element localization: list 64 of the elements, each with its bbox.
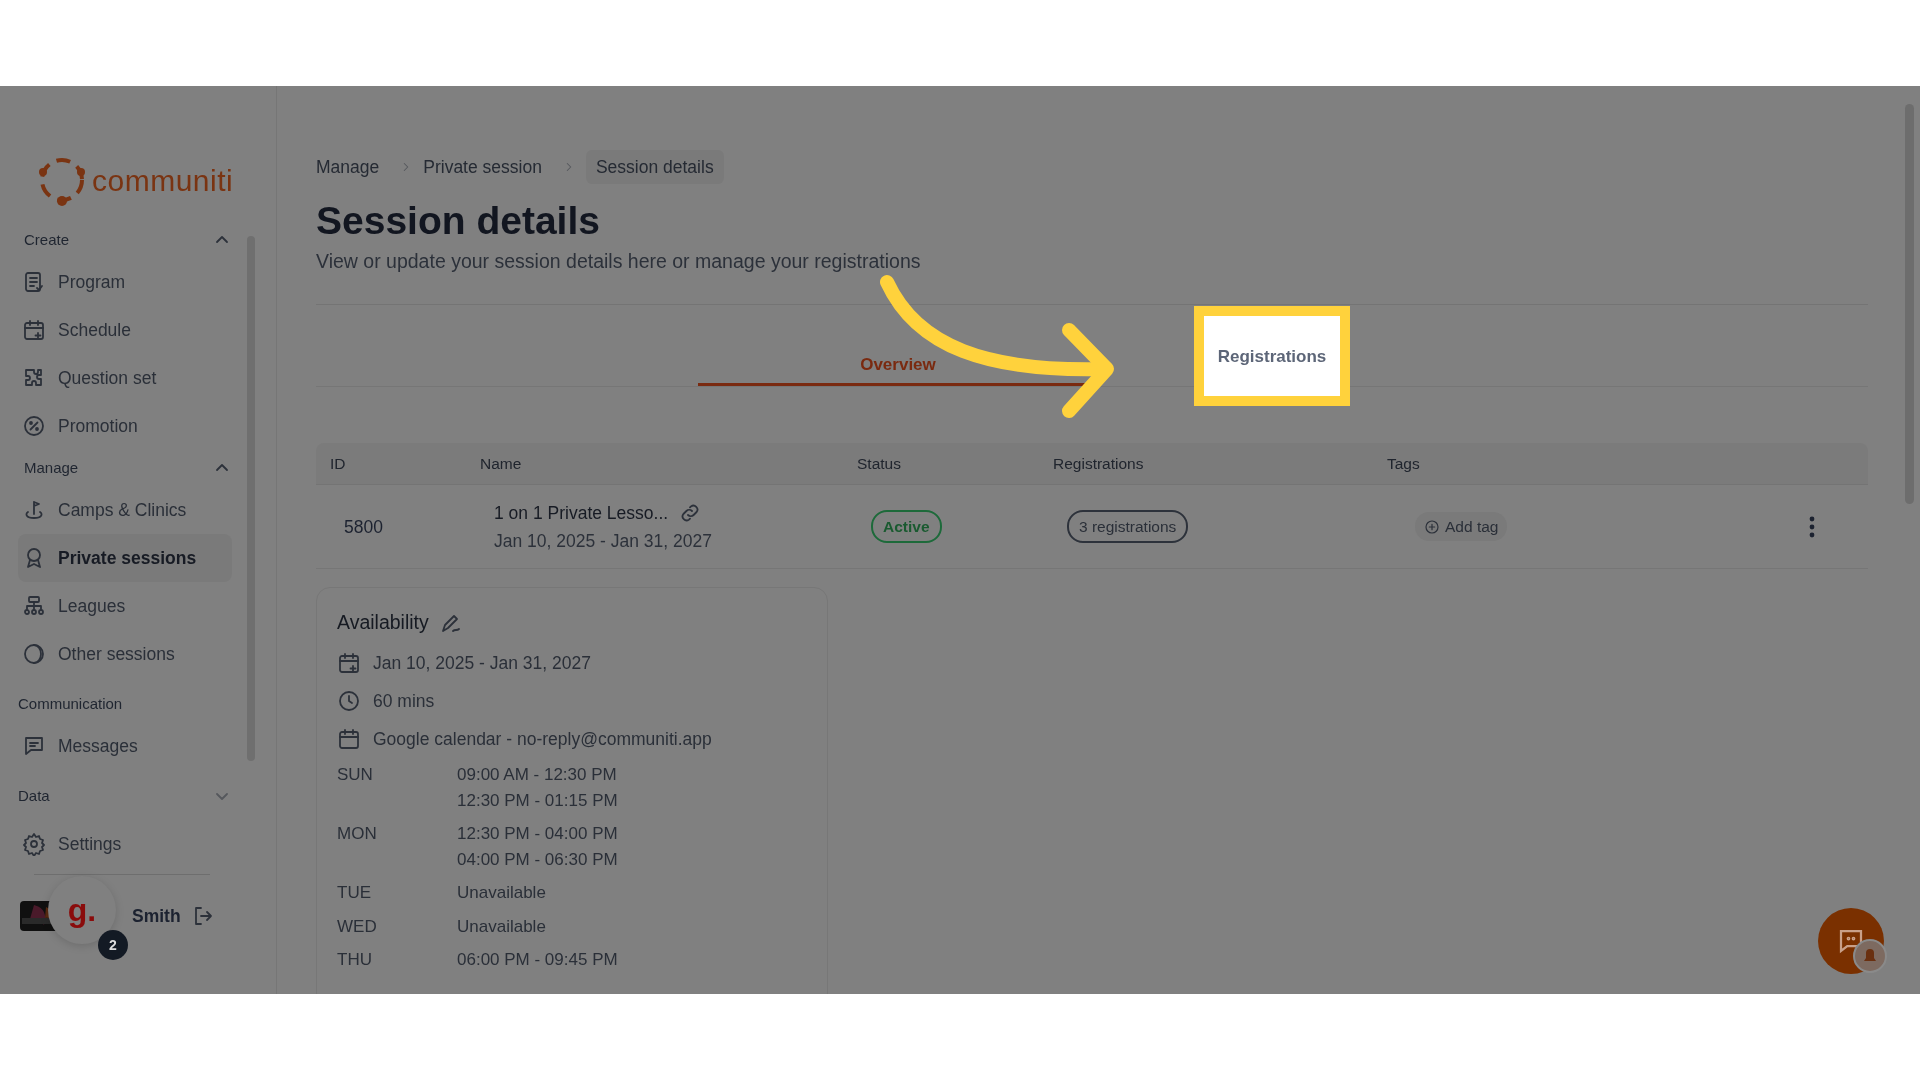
time-slot: Unavailable — [457, 913, 807, 940]
column-header: ID — [330, 454, 347, 475]
day-label: SUN — [337, 764, 374, 787]
more-options-icon[interactable] — [1808, 515, 1816, 538]
breadcrumb-link[interactable]: Private session — [423, 150, 552, 185]
table-cell-text: 5800 — [343, 515, 384, 539]
add-tag-button[interactable]: Add tag — [1415, 512, 1508, 542]
day-label: WED — [337, 915, 378, 938]
day-label: TUE — [337, 882, 372, 905]
time-slot: 12:30 PM - 04:00 PM — [457, 821, 807, 847]
calendar-plus-icon — [337, 650, 361, 675]
section-heading: Manage — [24, 457, 79, 478]
status-badge: Active — [871, 510, 942, 544]
time-slot: Unavailable — [457, 880, 807, 906]
day-label: MON — [337, 823, 378, 846]
sidebar-item[interactable]: Settings — [18, 820, 232, 868]
sidebar-item[interactable]: Private sessions — [18, 534, 232, 582]
time-slot: 04:00 PM - 06:30 PM — [457, 846, 807, 873]
sidebar-item[interactable]: Other sessions — [18, 630, 232, 678]
registrations-badge[interactable]: 3 registrations — [1067, 510, 1189, 544]
detail-text: 60 mins — [373, 689, 435, 713]
detail-text: Jan 10, 2025 - Jan 31, 2027 — [373, 651, 591, 675]
logo-text: communiti — [92, 162, 234, 199]
sidebar-item[interactable]: Schedule — [18, 306, 232, 354]
time-slot: 12:30 PM - 01:15 PM — [457, 787, 807, 814]
settings-icon — [22, 832, 46, 856]
column-header: Name — [480, 454, 523, 475]
detail-text: Google calendar - no-reply@communiti.app — [373, 728, 712, 752]
tab[interactable]: Overview — [698, 346, 1098, 387]
sidebar-item[interactable]: Question set — [18, 354, 232, 402]
session-name: 1 on 1 Private Lesso... — [494, 501, 669, 525]
half-circle-icon — [22, 642, 46, 666]
sidebar-item[interactable]: Messages — [18, 722, 232, 770]
sidebar-item[interactable]: Leagues — [18, 582, 232, 630]
section-heading: Create — [24, 229, 70, 250]
column-header: Tags — [1387, 454, 1421, 475]
calendar-plus-icon — [22, 318, 46, 342]
breadcrumb-link[interactable]: Manage — [316, 150, 390, 185]
clock-icon — [337, 688, 361, 713]
time-slot: 09:00 AM - 12:30 PM — [457, 762, 807, 788]
page-title: Session details — [316, 198, 601, 245]
sidebar-item[interactable]: Promotion — [18, 402, 232, 450]
sidebar-item[interactable]: Program — [18, 258, 232, 306]
column-header: Registrations — [1053, 454, 1145, 475]
user-name: Smith — [132, 904, 181, 928]
page-subtitle: View or update your session details here or manage your registrations — [316, 249, 922, 275]
bell-icon[interactable] — [1852, 938, 1888, 974]
time-slot: 06:00 PM - 09:45 PM — [457, 947, 807, 973]
section-heading: Communication — [18, 693, 123, 714]
sidebar-item[interactable]: Camps & Clinics — [18, 486, 232, 534]
day-label: THU — [337, 949, 373, 972]
message-icon — [22, 734, 46, 758]
column-header: Status — [857, 454, 902, 475]
calendar-icon — [337, 727, 361, 752]
breadcrumb-link[interactable]: Session details — [585, 150, 724, 185]
document-icon — [22, 270, 46, 294]
tab[interactable]: Registrations — [1194, 306, 1350, 407]
section-heading: Data — [18, 785, 50, 806]
notification-count: 2 — [98, 930, 128, 960]
hierarchy-icon — [22, 594, 46, 618]
percent-icon — [22, 414, 46, 438]
session-dates: Jan 10, 2025 - Jan 31, 2027 — [494, 529, 713, 553]
card-title: Availability — [337, 610, 429, 636]
plus-circle-icon — [1424, 518, 1440, 535]
